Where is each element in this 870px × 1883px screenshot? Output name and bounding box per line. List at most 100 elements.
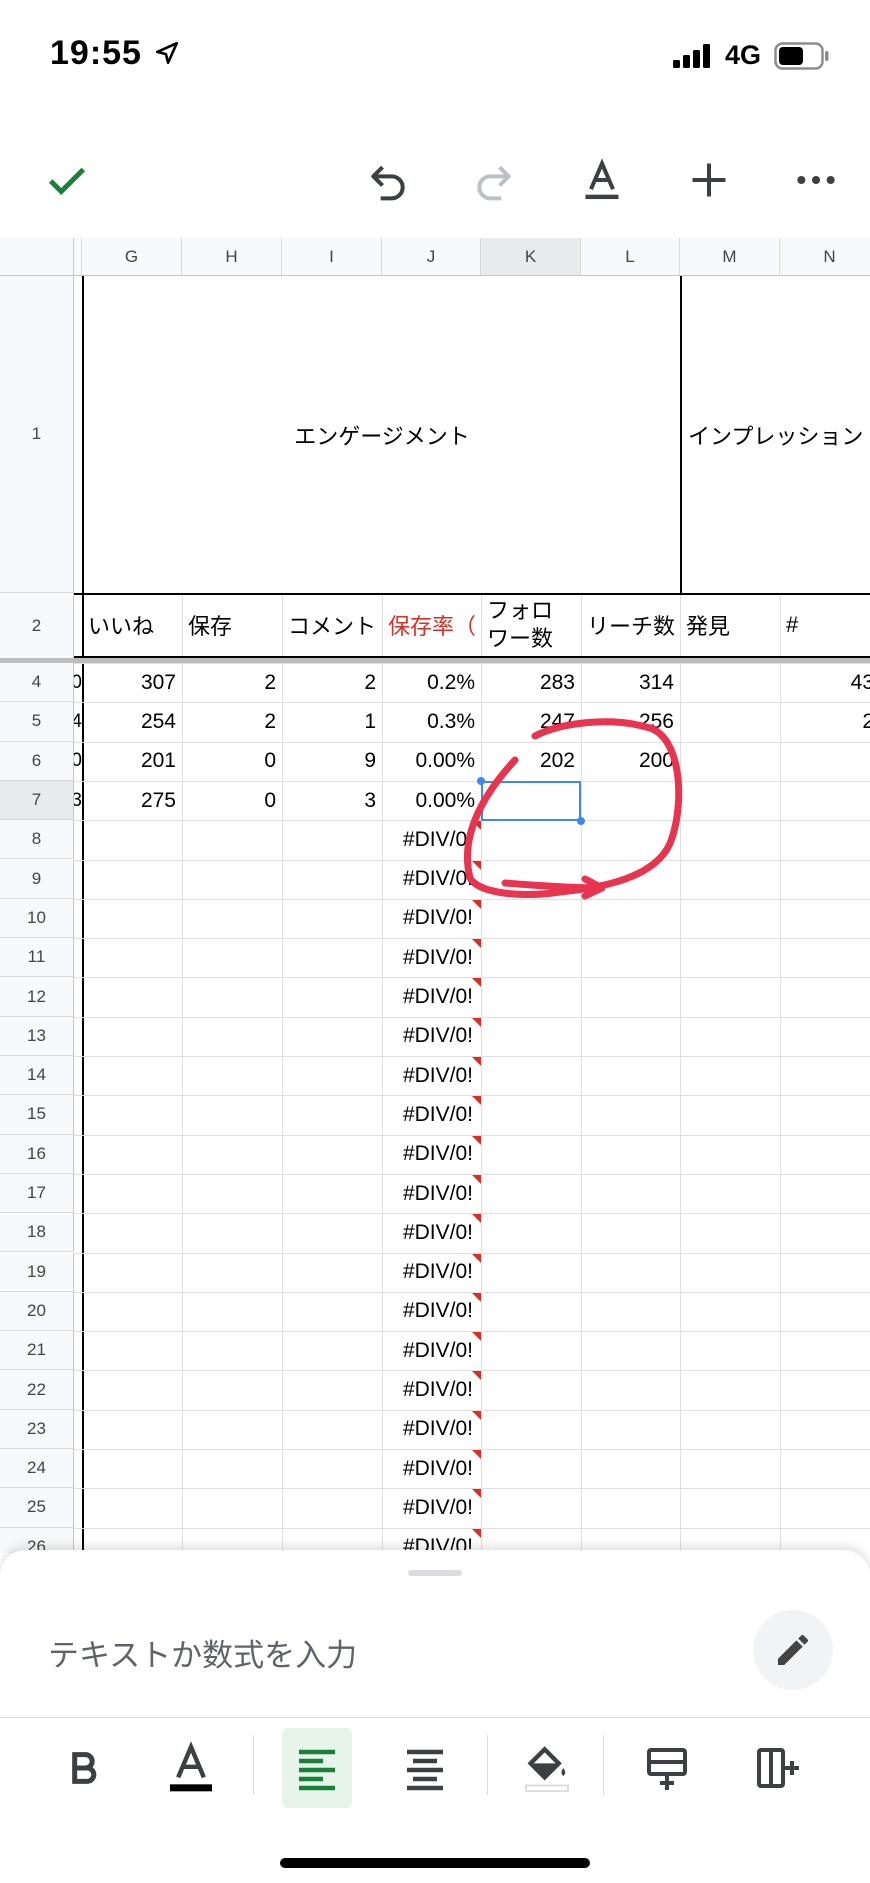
cell-n5[interactable]: 2 <box>780 702 870 741</box>
header-cell-j[interactable]: 保存率（ <box>382 593 481 657</box>
partial-cell[interactable]: 4 <box>74 702 82 741</box>
more-options-button[interactable] <box>786 150 846 210</box>
cell-i5[interactable]: 1 <box>282 702 382 741</box>
column-header-h[interactable]: H <box>182 238 282 276</box>
selection-handle[interactable] <box>477 776 485 785</box>
row-header-12[interactable]: 12 <box>0 977 74 1017</box>
cell-i6[interactable]: 9 <box>282 742 382 781</box>
error-cell-j20[interactable]: #DIV/0! <box>382 1292 481 1331</box>
fill-color-button[interactable] <box>512 1728 582 1808</box>
cell-g6[interactable]: 201 <box>82 742 182 781</box>
confirm-button[interactable] <box>37 150 97 210</box>
row-header-2[interactable]: 2 <box>0 593 74 659</box>
error-cell-j13[interactable]: #DIV/0! <box>382 1017 481 1056</box>
row-header-13[interactable]: 13 <box>0 1016 74 1056</box>
error-cell-j25[interactable]: #DIV/0! <box>382 1488 481 1527</box>
selected-cell-k7[interactable] <box>481 780 581 821</box>
row-header-17[interactable]: 17 <box>0 1173 74 1214</box>
insert-column-button[interactable] <box>742 1728 812 1808</box>
column-header-j[interactable]: J <box>382 238 481 276</box>
column-header-g[interactable]: G <box>82 238 182 276</box>
row-header-24[interactable]: 24 <box>0 1449 74 1489</box>
cell-n7[interactable] <box>780 781 870 820</box>
text-color-button[interactable] <box>156 1728 226 1808</box>
row-header-25[interactable]: 25 <box>0 1488 74 1528</box>
bold-button[interactable] <box>48 1728 118 1808</box>
cell-l6[interactable]: 200 <box>581 742 680 781</box>
error-cell-j11[interactable]: #DIV/0! <box>382 938 481 977</box>
row-header-15[interactable]: 15 <box>0 1095 74 1135</box>
row-header-19[interactable]: 19 <box>0 1252 74 1292</box>
row-header-1[interactable]: 1 <box>0 276 74 593</box>
cell-h4[interactable]: 2 <box>182 663 282 702</box>
cell-n6[interactable] <box>780 742 870 781</box>
cell-j7[interactable]: 0.00% <box>382 781 481 820</box>
cell-j6[interactable]: 0.00% <box>382 742 481 781</box>
align-left-button[interactable] <box>282 1728 352 1808</box>
column-header-k[interactable]: K <box>481 238 581 276</box>
row-header-8[interactable]: 8 <box>0 820 74 860</box>
cell-k6[interactable]: 202 <box>481 742 581 781</box>
header-cell-i[interactable]: コメント <box>282 593 382 657</box>
cell-l7[interactable] <box>581 781 680 820</box>
undo-button[interactable] <box>358 150 418 210</box>
formula-input[interactable]: テキストか数式を入力 <box>48 1630 357 1675</box>
select-all-corner[interactable] <box>0 238 74 276</box>
column-header-partial[interactable] <box>74 238 82 276</box>
header-cell-h[interactable]: 保存 <box>182 593 282 657</box>
cell-j5[interactable]: 0.3% <box>382 702 481 741</box>
header-cell-m[interactable]: 発見 <box>680 593 780 657</box>
row-header-6[interactable]: 6 <box>0 741 74 781</box>
error-cell-j22[interactable]: #DIV/0! <box>382 1370 481 1409</box>
error-cell-j21[interactable]: #DIV/0! <box>382 1331 481 1370</box>
error-cell-j24[interactable]: #DIV/0! <box>382 1449 481 1488</box>
error-cell-j10[interactable]: #DIV/0! <box>382 899 481 938</box>
error-cell-j15[interactable]: #DIV/0! <box>382 1095 481 1134</box>
column-header-n[interactable]: N <box>780 238 870 276</box>
error-cell-j14[interactable]: #DIV/0! <box>382 1056 481 1095</box>
cell-h7[interactable]: 0 <box>182 781 282 820</box>
row-header-23[interactable]: 23 <box>0 1409 74 1449</box>
column-header-i[interactable]: I <box>282 238 382 276</box>
cell-l4[interactable]: 314 <box>581 663 680 702</box>
cell-h5[interactable]: 2 <box>182 702 282 741</box>
row-header-21[interactable]: 21 <box>0 1331 74 1371</box>
row-header-16[interactable]: 16 <box>0 1134 74 1174</box>
error-cell-j16[interactable]: #DIV/0! <box>382 1135 481 1174</box>
row-header-10[interactable]: 10 <box>0 898 74 939</box>
column-header-m[interactable]: M <box>680 238 780 276</box>
row-header-5[interactable]: 5 <box>0 702 74 742</box>
edit-button[interactable] <box>753 1610 833 1690</box>
cell-k4[interactable]: 283 <box>481 663 581 702</box>
row-header-18[interactable]: 18 <box>0 1213 74 1253</box>
cell-h6[interactable]: 0 <box>182 742 282 781</box>
header-cell-g[interactable]: いいね <box>82 593 182 657</box>
spreadsheet-grid[interactable]: G H I J K L M N 1 2 4 5 6 7 8 9 10 11 12 13 14 15 16 17 18 19 20 21… <box>0 238 870 1553</box>
insert-button[interactable] <box>679 150 739 210</box>
redo-button[interactable] <box>464 150 524 210</box>
cell-g5[interactable]: 254 <box>82 702 182 741</box>
error-cell-j23[interactable]: #DIV/0! <box>382 1410 481 1449</box>
header-cell-n[interactable]: # <box>780 593 870 657</box>
insert-row-button[interactable] <box>632 1728 702 1808</box>
selection-handle[interactable] <box>577 816 585 825</box>
header-cell-l[interactable]: リーチ数 <box>581 593 680 657</box>
row-header-4[interactable]: 4 <box>0 663 74 703</box>
partial-cell[interactable]: 0 <box>74 742 82 781</box>
error-cell-j19[interactable]: #DIV/0! <box>382 1253 481 1292</box>
row-header-20[interactable]: 20 <box>0 1291 74 1332</box>
header-cell-k[interactable]: フォロワー数 <box>481 593 559 657</box>
cell-n4[interactable]: 43 <box>780 663 870 702</box>
row-header-9[interactable]: 9 <box>0 859 74 899</box>
error-cell-j17[interactable]: #DIV/0! <box>382 1174 481 1213</box>
cell-g7[interactable]: 275 <box>82 781 182 820</box>
text-format-button[interactable] <box>572 150 632 210</box>
row-header-11[interactable]: 11 <box>0 938 74 978</box>
column-header-l[interactable]: L <box>581 238 680 276</box>
partial-cell[interactable]: 3 <box>74 781 82 820</box>
row-header-7[interactable]: 7 <box>0 780 74 821</box>
cell-g4[interactable]: 307 <box>82 663 182 702</box>
cell-k5[interactable]: 247 <box>481 702 581 741</box>
cell-i7[interactable]: 3 <box>282 781 382 820</box>
sheet-handle[interactable] <box>408 1570 462 1576</box>
